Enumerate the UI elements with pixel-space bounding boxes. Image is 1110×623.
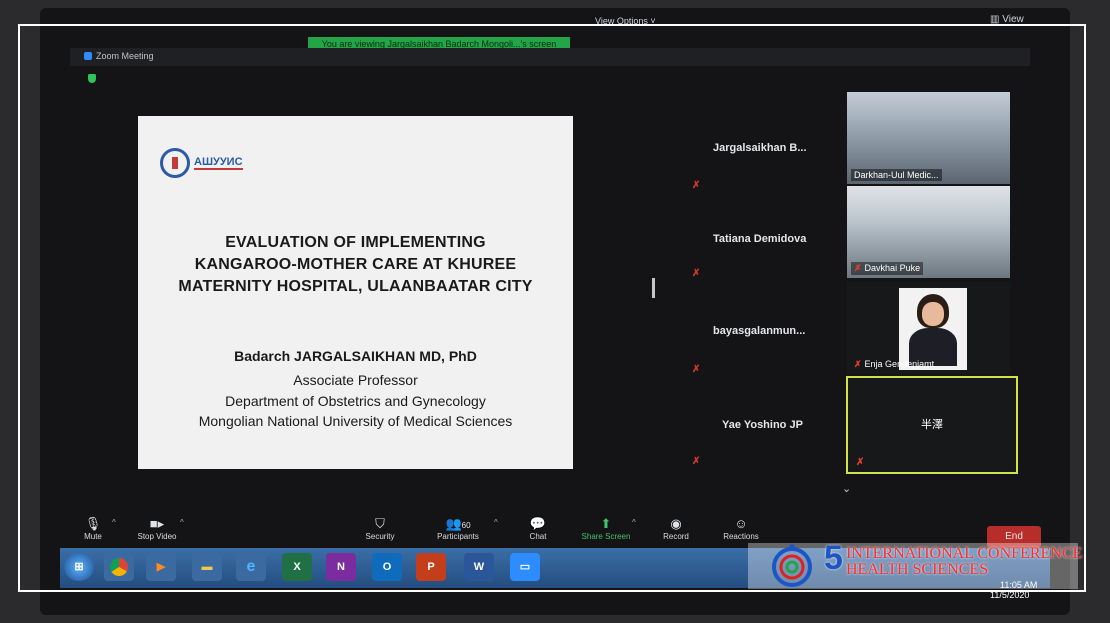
taskbar-date: 11/5/2020 <box>990 590 1030 600</box>
share-screen-icon: ⬆ <box>600 516 612 531</box>
tile-name: 半澤 <box>921 419 943 431</box>
university-emblem-icon <box>160 148 190 178</box>
video-tile-label: ✗ Davkhai Puke <box>851 262 924 275</box>
chevron-up-icon[interactable]: ^ <box>632 518 636 527</box>
conference-line-1: INTERNATIONAL CONFERENCE <box>846 545 1083 562</box>
conference-number: 5 <box>824 539 843 577</box>
app-title: Zoom Meeting <box>84 51 154 61</box>
slide-university: Mongolian National University of Medical… <box>198 413 513 429</box>
tile-name: Enja Gendenjamt... <box>864 359 942 369</box>
video-tile[interactable]: ✗ Enja Gendenjamt... <box>847 282 1010 374</box>
zoom-title-bar: Zoom Meeting <box>70 48 1030 66</box>
word-icon[interactable]: W <box>464 553 494 581</box>
video-tile-label: ✗ Enja Gendenjamt... <box>851 358 945 371</box>
shield-icon: ⛉ <box>375 516 385 531</box>
conference-watermark: 5 INTERNATIONAL CONFERENCE HEALTH SCIENC… <box>824 541 1083 578</box>
reactions-label: Reactions <box>723 532 759 541</box>
participants-button[interactable]: 👥60 Participants <box>423 516 493 541</box>
share-screen-label: Share Screen <box>581 532 631 541</box>
start-icon[interactable]: ⊞ <box>64 553 94 581</box>
chrome-icon[interactable] <box>104 553 134 581</box>
chat-bubble-icon: 💬 <box>529 516 547 531</box>
internet-explorer-icon[interactable]: e <box>236 553 266 581</box>
tile-name: Davkhai Puke <box>864 263 921 273</box>
reactions-icon: ☺ <box>734 516 748 531</box>
record-label: Record <box>663 532 689 541</box>
panel-splitter[interactable] <box>652 278 655 298</box>
slide-title-line: MATERNITY HOSPITAL, ULAANBAATAR CITY <box>178 278 533 295</box>
slide-department: Department of Obstetrics and Gynecology <box>225 393 486 409</box>
view-button-label: View <box>1002 14 1024 25</box>
outlook-icon[interactable]: O <box>372 553 402 581</box>
app-title-text: Zoom Meeting <box>96 51 154 61</box>
video-tile[interactable]: Darkhan-Uul Medic... <box>847 92 1010 184</box>
mute-label: Mute <box>84 532 102 541</box>
encryption-shield-icon[interactable] <box>88 74 96 83</box>
conference-line-2: HEALTH SCIENCES <box>846 561 989 578</box>
powerpoint-icon[interactable]: P <box>416 553 446 581</box>
muted-mic-icon: ✗ <box>692 180 701 191</box>
participant-name: Jargalsaikhan B... <box>713 142 807 154</box>
participants-label: Participants <box>437 532 479 541</box>
participant-name: Yae Yoshino JP <box>722 419 803 431</box>
zoom-icon[interactable]: ▭ <box>510 553 540 581</box>
slide-title-line: KANGAROO-MOTHER CARE AT KHUREE <box>194 256 517 273</box>
video-tile-label: Darkhan-Uul Medic... <box>851 169 942 181</box>
muted-mic-icon: ✗ <box>854 359 862 369</box>
mute-button[interactable]: 🎙 Mute <box>58 516 128 541</box>
shared-slide: АШУУИС EVALUATION OF IMPLEMENTING KANGAR… <box>138 116 573 469</box>
record-icon: ◉ <box>670 516 682 531</box>
active-speaker-tile[interactable]: 半澤 ✗ <box>846 376 1018 474</box>
share-screen-button[interactable]: ⬆ Share Screen <box>571 516 641 541</box>
university-logo: АШУУИС <box>160 146 243 180</box>
chevron-down-icon[interactable]: ⌄ <box>842 482 851 495</box>
participant-name: Tatiana Demidova <box>713 233 807 245</box>
muted-mic-icon: ✗ <box>856 457 865 468</box>
chat-button[interactable]: 💬 Chat <box>503 516 573 541</box>
slide-author: Badarch JARGALSAIKHAN MD, PhD <box>234 348 477 364</box>
participants-icon: 👥60 <box>445 516 471 531</box>
slide-title-line: EVALUATION OF IMPLEMENTING <box>225 234 486 251</box>
media-player-icon[interactable]: ▶ <box>146 553 176 581</box>
muted-mic-icon: ✗ <box>692 268 701 279</box>
university-logo-text: АШУУИС <box>194 156 243 170</box>
tile-name: Darkhan-Uul Medic... <box>854 170 939 180</box>
excel-icon[interactable]: X <box>282 553 312 581</box>
record-button[interactable]: ◉ Record <box>641 516 711 541</box>
file-explorer-icon[interactable]: ▬ <box>192 553 222 581</box>
muted-mic-icon: ✗ <box>854 263 862 273</box>
view-button[interactable]: ▥ View <box>990 14 1024 25</box>
chevron-up-icon[interactable]: ^ <box>494 518 498 527</box>
muted-mic-icon: ✗ <box>692 456 701 467</box>
slide-title: EVALUATION OF IMPLEMENTING KANGAROO-MOTH… <box>158 232 553 298</box>
participants-count: 60 <box>461 521 471 530</box>
chevron-up-icon[interactable]: ^ <box>180 518 184 527</box>
muted-mic-icon: ✗ <box>692 364 701 375</box>
microphone-icon: 🎙 <box>84 516 102 531</box>
slide-role: Associate Professor <box>293 372 418 388</box>
video-tile[interactable]: ✗ Davkhai Puke <box>847 186 1010 278</box>
zoom-icon <box>84 52 92 60</box>
participant-name: bayasgalanmun... <box>713 325 806 337</box>
stop-video-label: Stop Video <box>137 532 177 541</box>
security-label: Security <box>365 532 395 541</box>
onenote-icon[interactable]: N <box>326 553 356 581</box>
chat-label: Chat <box>529 532 547 541</box>
reactions-button[interactable]: ☺ Reactions <box>706 516 776 541</box>
security-button[interactable]: ⛉ Security <box>345 516 415 541</box>
chevron-up-icon[interactable]: ^ <box>112 518 116 527</box>
portrait-face <box>922 302 944 326</box>
view-options-button[interactable]: View Options ˅ <box>595 16 656 26</box>
